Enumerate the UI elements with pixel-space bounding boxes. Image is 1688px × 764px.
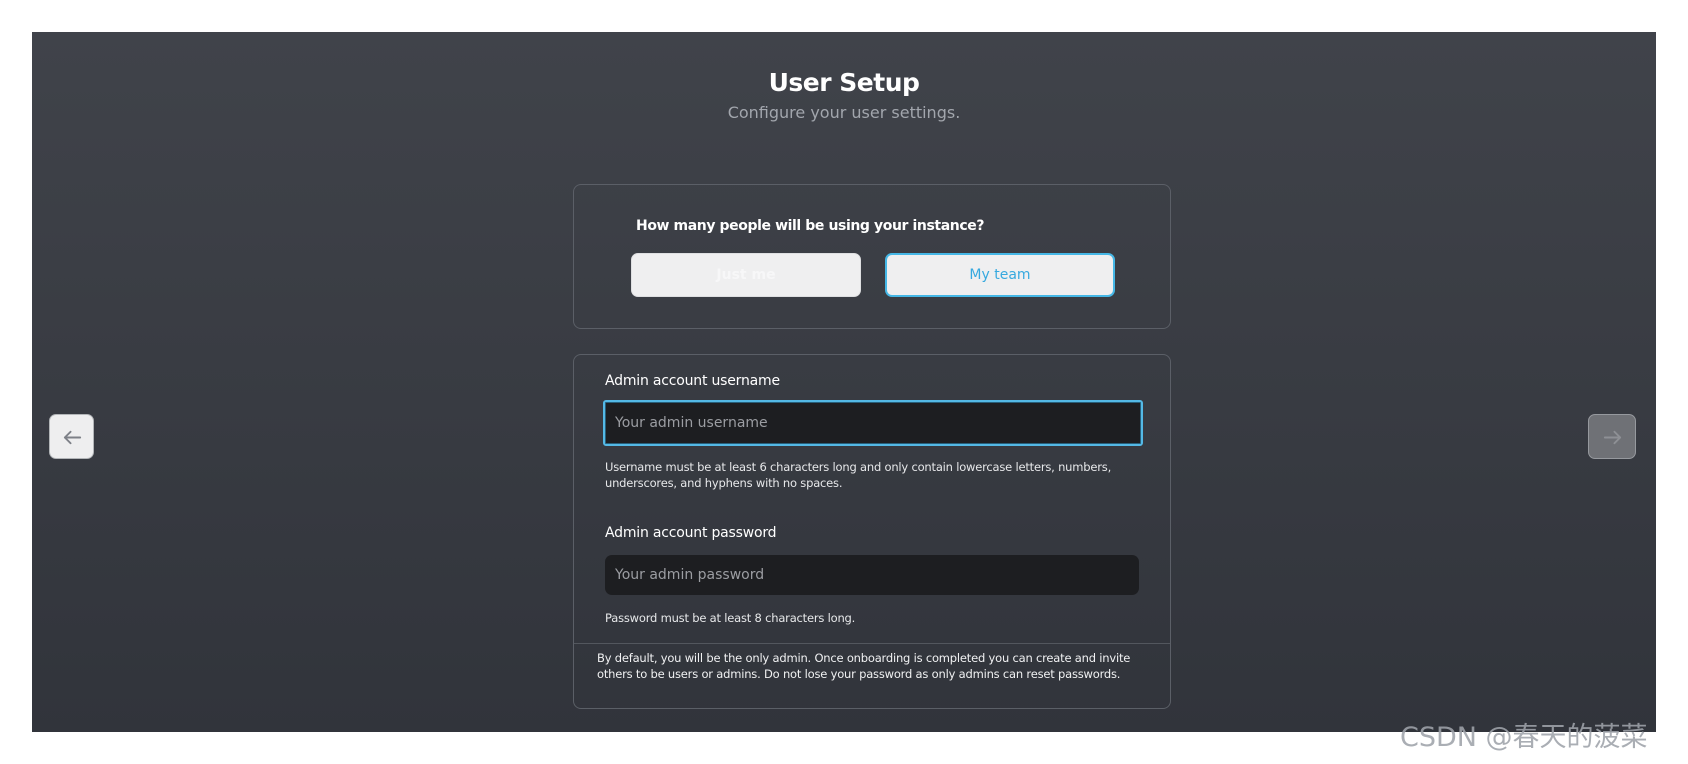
admin-account-card: Admin account username Username must be … xyxy=(573,354,1171,709)
notice-divider xyxy=(574,643,1170,644)
next-button[interactable] xyxy=(1588,414,1636,459)
usage-question: How many people will be using your insta… xyxy=(636,218,985,234)
watermark-text: CSDN @春天的菠菜 xyxy=(1400,722,1648,753)
admin-username-label: Admin account username xyxy=(605,373,780,389)
arrow-right-icon xyxy=(1603,430,1622,445)
my-team-button[interactable]: My team xyxy=(885,253,1115,297)
onboarding-screen: User Setup Configure your user settings.… xyxy=(32,32,1656,732)
password-help-text: Password must be at least 8 characters l… xyxy=(605,611,856,625)
admin-username-input[interactable] xyxy=(603,400,1143,446)
page-subtitle: Configure your user settings. xyxy=(727,103,961,122)
username-help-text: Username must be at least 6 characters l… xyxy=(605,460,1112,490)
admin-notice: By default, you will be the only admin. … xyxy=(597,651,1131,681)
instance-usage-card: How many people will be using your insta… xyxy=(573,184,1171,329)
page-header: User Setup Configure your user settings. xyxy=(32,68,1656,122)
just-me-button[interactable]: Just me xyxy=(631,253,861,297)
back-button[interactable] xyxy=(49,414,94,459)
admin-password-label: Admin account password xyxy=(605,525,777,541)
arrow-left-icon xyxy=(63,430,82,445)
page-title: User Setup xyxy=(768,68,920,97)
admin-password-input[interactable] xyxy=(605,555,1139,595)
